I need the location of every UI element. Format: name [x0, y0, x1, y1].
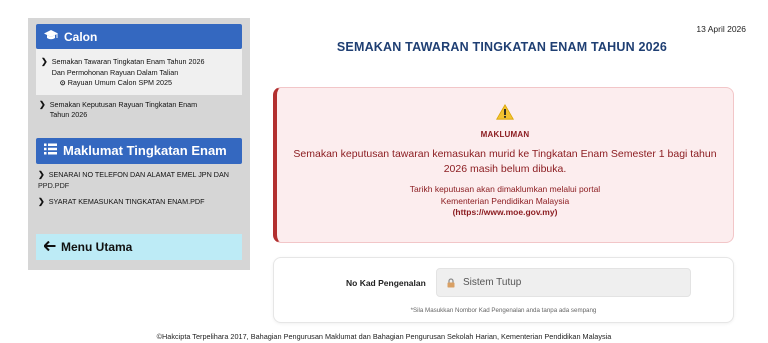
alert-note: Tarikh keputusan akan dimaklumkan melalu… [277, 184, 733, 219]
sidebar: Calon ❯ Semakan Tawaran Tingkatan Enam T… [28, 18, 250, 270]
alert-heading: MAKLUMAN [480, 130, 530, 139]
announcement-alert: MAKLUMAN Semakan keputusan tawaran kemas… [273, 87, 734, 243]
lock-icon [447, 277, 455, 288]
current-date: 13 April 2026 [696, 24, 746, 34]
menu-utama-button[interactable]: Menu Utama [36, 234, 242, 260]
sidebar-item-label-cont: Tahun 2026 [49, 110, 88, 119]
sidebar-subitem-rayuan-umum[interactable]: ⊙ Rayuan Umum Calon SPM 2025 [52, 78, 205, 89]
graduation-cap-icon [44, 29, 58, 44]
alert-message-line: 2026 masih belum dibuka. [443, 163, 567, 175]
alert-note-line: Kementerian Pendidikan Malaysia [440, 195, 570, 206]
ic-number-label: No Kad Pengenalan [346, 278, 426, 288]
alert-message-line: Semakan keputusan tawaran kemasukan muri… [293, 148, 717, 160]
arrow-left-icon [43, 240, 56, 254]
page-title: SEMAKAN TAWARAN TINGKATAN ENAM TAHUN 202… [336, 40, 668, 54]
chevron-right-icon: ❯ [38, 197, 45, 206]
sidebar-item-label: Semakan Keputusan Rayuan Tingkatan Enam [49, 99, 198, 109]
maklumat-section-header: Maklumat Tingkatan Enam [36, 137, 242, 164]
menu-utama-label: Menu Utama [61, 240, 133, 254]
ic-number-value: Sistem Tutup [463, 277, 522, 288]
sidebar-item-semakan-rayuan[interactable]: ❯ Semakan Keputusan Rayuan Tingkatan Ena… [36, 95, 242, 126]
ic-number-hint: *Sila Masukkan Nombor Kad Pengenalan and… [410, 307, 597, 314]
sidebar-item-syarat-kemasukan[interactable]: ❯ SYARAT KEMASUKAN TINGKATAN ENAM.PDF [36, 191, 242, 214]
list-icon [44, 143, 57, 158]
chevron-right-icon: ❯ [41, 57, 48, 66]
sidebar-item-label-cont: Dan Permohonan Rayuan Dalam Talian [51, 67, 179, 77]
sidebar-item-label: SYARAT KEMASUKAN TINGKATAN ENAM.PDF [48, 197, 205, 206]
ic-check-form: No Kad Pengenalan Sistem Tutup *Sila Mas… [273, 257, 734, 323]
sidebar-item-label: SENARAI NO TELEFON DAN ALAMAT EMEL JPN D… [48, 169, 229, 179]
alert-message: Semakan keputusan tawaran kemasukan muri… [291, 147, 719, 177]
circle-dot-icon: ⊙ [59, 78, 66, 87]
alert-note-line: Tarikh keputusan akan dimaklumkan melalu… [409, 184, 601, 194]
moe-portal-link[interactable]: (https://www.moe.gov.my) [453, 207, 558, 217]
sidebar-item-label-cont[interactable]: PPD.PDF [36, 181, 242, 191]
calon-section-title: Calon [64, 29, 98, 44]
chevron-right-icon: ❯ [38, 169, 45, 179]
warning-icon [277, 104, 733, 124]
sidebar-item-label: Semakan Tawaran Tingkatan Enam Tahun 202… [51, 57, 205, 66]
calon-section-header: Calon [36, 24, 242, 49]
footer-copyright: ©Hakcipta Terpelihara 2017, Bahagian Pen… [156, 332, 612, 341]
ic-number-field[interactable]: Sistem Tutup [436, 268, 691, 297]
sidebar-item-semakan-tawaran[interactable]: ❯ Semakan Tawaran Tingkatan Enam Tahun 2… [36, 49, 242, 95]
chevron-right-icon: ❯ [39, 99, 46, 109]
sidebar-subitem-label: Rayuan Umum Calon SPM 2025 [67, 78, 173, 87]
maklumat-section-title: Maklumat Tingkatan Enam [63, 143, 227, 158]
